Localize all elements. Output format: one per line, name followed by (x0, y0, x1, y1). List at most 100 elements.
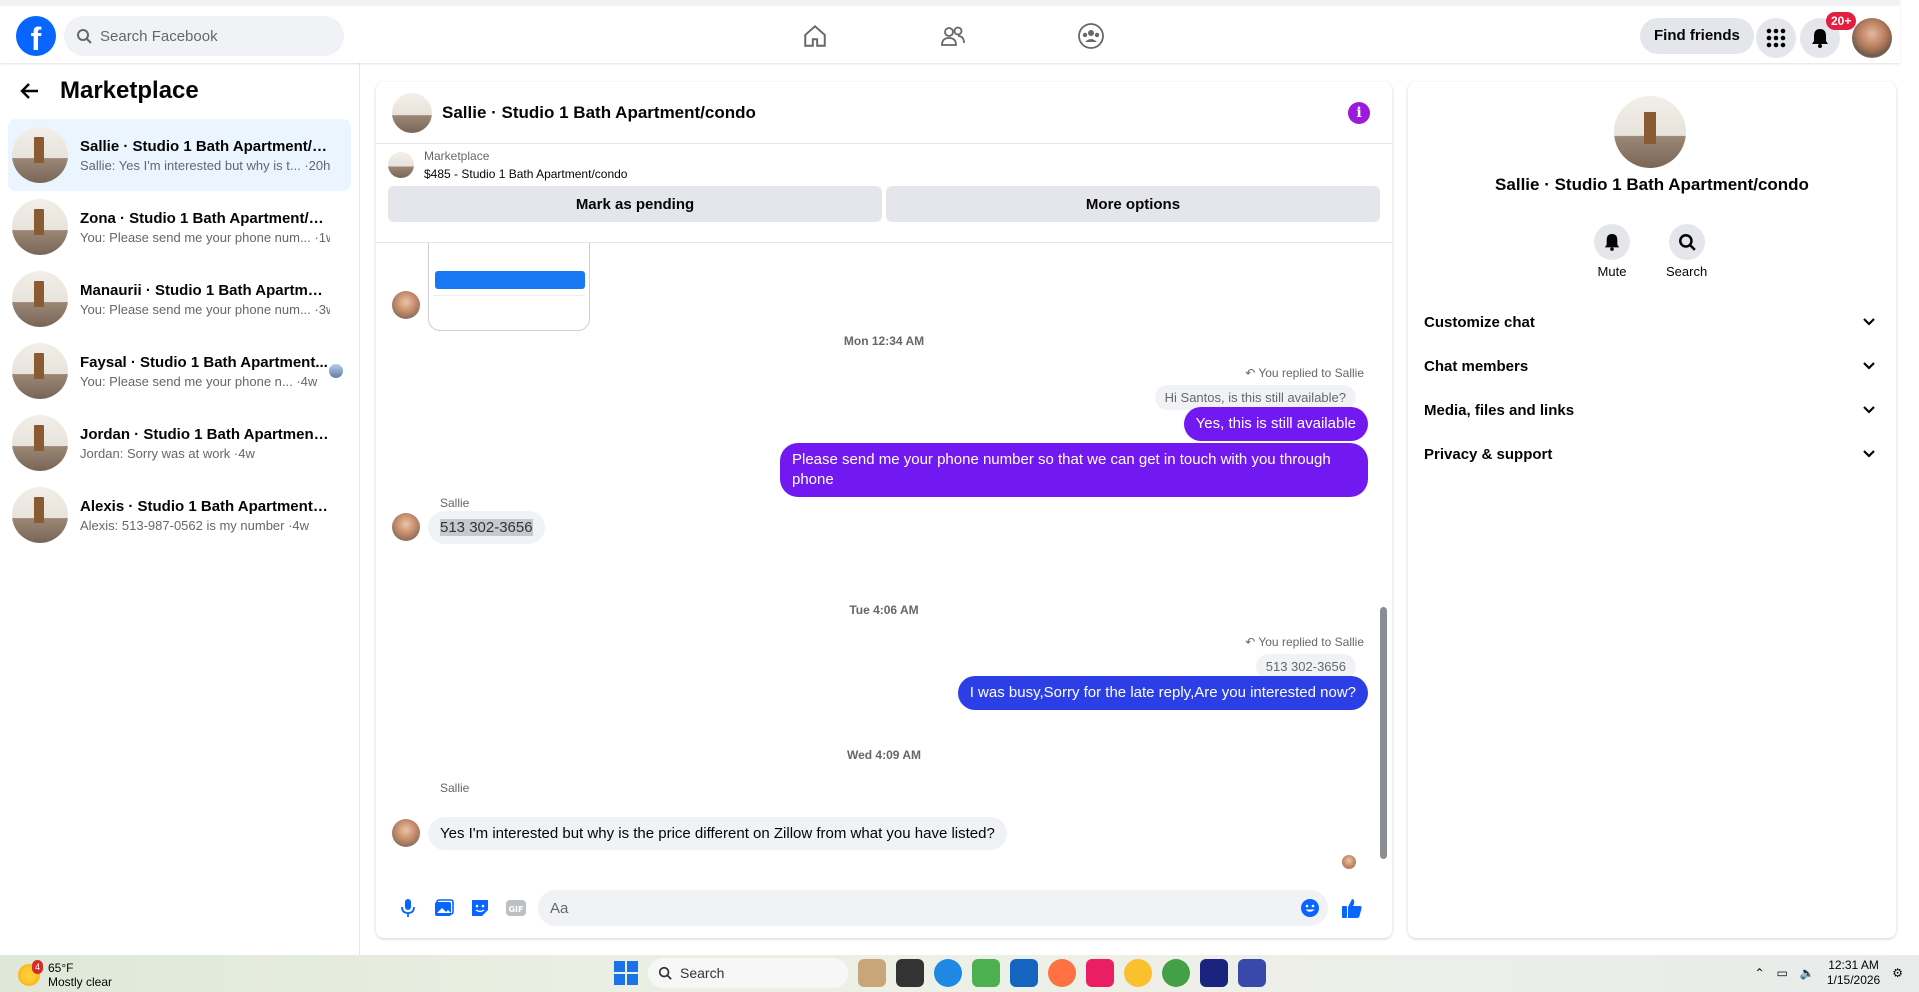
chevron-up-icon[interactable]: ⌃ (1754, 966, 1764, 980)
conversation-item[interactable]: Alexis · Studio 1 Bath Apartment/c... Ale… (8, 479, 351, 551)
details-title: Sallie · Studio 1 Bath Apartment/condo (1495, 175, 1809, 194)
file-explorer-icon[interactable] (896, 959, 924, 987)
facebook-logo[interactable]: f (16, 16, 56, 56)
conversation-preview: You: Please send me your phone n... ·4w (80, 373, 318, 389)
chevron-down-icon (1863, 318, 1875, 326)
like-thumb-icon[interactable] (1334, 890, 1370, 926)
outgoing-message[interactable]: Yes, this is still available (1183, 407, 1368, 441)
mute-button[interactable]: Mute (1594, 224, 1630, 279)
details-menu: Customize chat Chat members Media, files… (1408, 300, 1896, 476)
chrome-icon[interactable] (1124, 959, 1152, 987)
taskbar-search[interactable]: Search (648, 958, 848, 988)
search-icon (658, 966, 672, 980)
chrome-profile-icon[interactable] (1162, 959, 1190, 987)
details-actions: Mute Search (1594, 224, 1707, 279)
search-facebook-input[interactable]: Search Facebook (64, 16, 344, 56)
menu-grid-icon[interactable] (1756, 18, 1796, 58)
reply-indicator: ↶ You replied to Sallie (1245, 366, 1364, 380)
clock[interactable]: 12:31 AM 1/15/2026 (1827, 958, 1880, 988)
reply-indicator: ↶ You replied to Sallie (1245, 635, 1364, 649)
message-scrollbar[interactable] (1378, 243, 1388, 872)
store-app-icon[interactable] (858, 959, 886, 987)
snipping-tool-icon[interactable] (1086, 959, 1114, 987)
friends-icon[interactable] (928, 16, 978, 56)
message-input[interactable]: Aa (538, 890, 1328, 926)
info-icon[interactable]: i (1348, 102, 1370, 124)
edge-browser-icon[interactable] (934, 959, 962, 987)
listing-avatar[interactable] (1614, 96, 1686, 168)
back-arrow-icon[interactable] (20, 82, 40, 100)
microphone-icon[interactable] (390, 890, 426, 926)
search-conversation-button[interactable]: Search (1666, 224, 1707, 279)
media-files-links-row[interactable]: Media, files and links (1408, 388, 1896, 432)
volume-icon[interactable]: 🔈 (1800, 966, 1815, 980)
conversation-title: Zona · Studio 1 Bath Apartment/co... (80, 209, 330, 227)
sender-avatar (392, 291, 420, 319)
shared-screenshot-image[interactable] (428, 243, 590, 331)
conversation-title: Faysal · Studio 1 Bath Apartment... (80, 353, 328, 371)
incoming-message[interactable]: Yes I'm interested but why is the price … (428, 817, 1007, 850)
outgoing-message[interactable]: I was busy,Sorry for the late reply,Are … (957, 676, 1368, 710)
app-icon[interactable] (1238, 959, 1266, 987)
customize-chat-row[interactable]: Customize chat (1408, 300, 1896, 344)
chat-panel: Sallie · Studio 1 Bath Apartment/condo i… (376, 82, 1392, 938)
listing-thumbnail (12, 199, 68, 255)
firefox-icon[interactable] (1048, 959, 1076, 987)
windows-taskbar: 4 65°F Mostly clear Search ⌃ ▭ 🔈 12:31 AM… (0, 955, 1919, 992)
marketplace-label: Marketplace (424, 149, 490, 163)
conversation-preview: Jordan: Sorry was at work ·4w (80, 445, 255, 461)
gif-icon[interactable]: GIF (498, 890, 534, 926)
seen-avatar (1342, 855, 1356, 869)
more-options-button[interactable]: More options (886, 186, 1380, 222)
emoji-icon[interactable] (1300, 898, 1320, 918)
notification-count-badge: 20+ (1826, 12, 1857, 30)
bell-icon (1594, 224, 1630, 260)
top-navigation-bar: f Search Facebook Find friends 20+ (0, 0, 1900, 63)
find-friends-button[interactable]: Find friends (1640, 18, 1754, 54)
listing-thumbnail (388, 152, 414, 178)
marketplace-listing-banner[interactable]: Marketplace $485 - Studio 1 Bath Apartmen… (376, 144, 1392, 186)
groups-icon[interactable] (1066, 16, 1116, 56)
privacy-support-row[interactable]: Privacy & support (1408, 432, 1896, 476)
weather-sun-icon: 4 (18, 960, 44, 986)
sender-avatar (392, 513, 420, 541)
conversation-item[interactable]: Sallie · Studio 1 Bath Apartment/c... Sal… (8, 119, 351, 191)
chat-details-panel: Sallie · Studio 1 Bath Apartment/condo M… (1408, 82, 1896, 938)
timestamp: Wed 4:09 AM (846, 748, 921, 762)
chat-members-row[interactable]: Chat members (1408, 344, 1896, 388)
weather-badge: 4 (32, 960, 44, 974)
chevron-down-icon (1863, 450, 1875, 458)
listing-thumbnail (12, 343, 68, 399)
outgoing-message[interactable]: Please send me your phone number so that… (780, 443, 1368, 497)
profile-avatar[interactable] (1852, 18, 1892, 58)
search-icon (77, 29, 92, 44)
s-app-icon[interactable] (1010, 959, 1038, 987)
conversation-item[interactable]: Faysal · Studio 1 Bath Apartment... You: … (8, 335, 351, 407)
message-thread: Mon 12:34 AM ↶ You replied to Sallie Hi … (376, 242, 1392, 872)
chat-avatar[interactable] (392, 92, 432, 133)
system-tray: ⌃ ▭ 🔈 12:31 AM 1/15/2026 ⚙ (1754, 958, 1903, 988)
photo-icon[interactable] (426, 890, 462, 926)
conversation-title: Manaurii · Studio 1 Bath Apartmen... (80, 281, 330, 299)
chat-title[interactable]: Sallie · Studio 1 Bath Apartment/condo (442, 103, 756, 123)
scrollbar-thumb[interactable] (1380, 607, 1387, 859)
sidebar-title: Marketplace (60, 77, 199, 104)
conversation-preview: Sallie: Yes I'm interested but why is t.… (80, 157, 330, 173)
conversation-item[interactable]: Zona · Studio 1 Bath Apartment/co... You:… (8, 191, 351, 263)
sender-name: Sallie (440, 781, 470, 795)
home-icon[interactable] (790, 16, 840, 56)
network-icon[interactable]: ▭ (1777, 966, 1788, 980)
incoming-message[interactable]: 513 302-3656 (428, 511, 545, 544)
conversation-preview: You: Please send me your phone num... ·1… (80, 229, 330, 245)
timestamp: Mon 12:34 AM (843, 334, 925, 348)
notepad-app-icon[interactable] (972, 959, 1000, 987)
conversation-item[interactable]: Manaurii · Studio 1 Bath Apartmen... You:… (8, 263, 351, 335)
mark-as-pending-button[interactable]: Mark as pending (388, 186, 882, 222)
windows-start-icon[interactable] (614, 961, 638, 985)
vpn-shield-icon[interactable] (1200, 959, 1228, 987)
marketplace-sidebar: Marketplace Sallie · Studio 1 Bath Apart… (0, 63, 360, 955)
sticker-icon[interactable] (462, 890, 498, 926)
weather-widget[interactable]: 4 65°F Mostly clear (18, 960, 112, 989)
conversation-item[interactable]: Jordan · Studio 1 Bath Apartment/... Jord… (8, 407, 351, 479)
settings-gear-icon[interactable]: ⚙ (1892, 966, 1903, 980)
